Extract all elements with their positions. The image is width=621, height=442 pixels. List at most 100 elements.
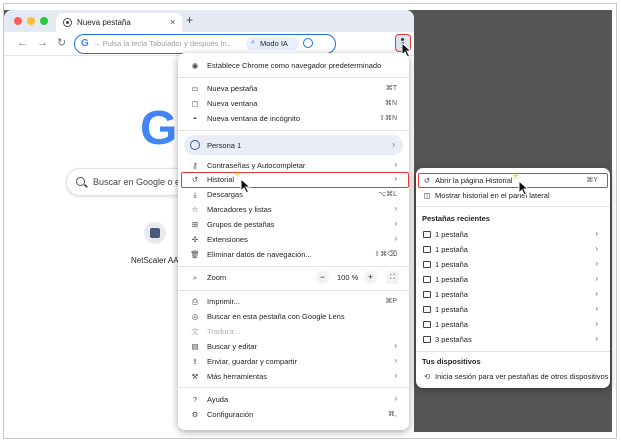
menu-item-more-tools[interactable]: ⚒ Más herramientas › <box>178 370 409 384</box>
forward-arrow-icon[interactable]: → <box>37 37 48 49</box>
recent-tab-item[interactable]: 1 pestaña › <box>416 243 610 257</box>
tab-groups-icon: ⊞ <box>191 220 199 229</box>
ntp-search-placeholder: Buscar en Google o esc <box>93 177 190 187</box>
recent-tab-item[interactable]: 3 pestañas › <box>416 333 610 347</box>
mouse-cursor-icon <box>518 180 530 196</box>
menu-item-tab-groups[interactable]: ⊞ Grupos de pestañas › <box>178 218 409 232</box>
menu-divider <box>178 290 409 291</box>
recent-tab-item[interactable]: 1 pestaña › <box>416 318 610 332</box>
menu-item-zoom: ⌕ Zoom − 100 % + ⛶ <box>178 271 409 285</box>
menu-divider <box>178 130 409 131</box>
incognito-icon: ◓ <box>192 114 198 123</box>
chevron-right-icon: › <box>394 174 397 183</box>
minimize-window-button[interactable] <box>27 17 35 25</box>
folder-icon <box>423 261 431 268</box>
menu-item-settings[interactable]: ⚙ Configuración ⌘, <box>178 408 409 422</box>
recent-tab-item[interactable]: 1 pestaña › <box>416 228 610 242</box>
omnibox-placeholder: → Pulsa la tecla Tabulador y después In.… <box>93 39 233 48</box>
menu-item-new-window[interactable]: ▢ Nueva ventana ⌘N <box>178 97 409 111</box>
zoom-out-button[interactable]: − <box>316 271 329 284</box>
menu-item-profile[interactable]: Persona 1 › <box>184 135 403 155</box>
fullscreen-icon[interactable]: ⛶ <box>386 271 399 284</box>
star-icon: ☆ <box>191 205 199 214</box>
recent-tab-item[interactable]: 1 pestaña › <box>416 288 610 302</box>
history-icon: ↺ <box>423 176 431 185</box>
shortcut-label: NetScaler AAA <box>131 256 184 265</box>
close-window-button[interactable] <box>14 17 22 25</box>
chevron-right-icon: › <box>595 274 598 283</box>
new-tab-button[interactable]: + <box>186 14 193 26</box>
back-arrow-icon[interactable]: ← <box>17 37 28 49</box>
menu-item-help[interactable]: ? Ayuda › <box>178 393 409 407</box>
chevron-right-icon: › <box>595 229 598 238</box>
folder-icon <box>423 336 431 343</box>
reload-icon[interactable]: ↻ <box>57 37 66 49</box>
menu-item-send-save-share[interactable]: ⇪ Enviar, guardar y compartir › <box>178 355 409 369</box>
devices-heading: Tus dispositivos <box>422 357 481 366</box>
zoom-window-button[interactable] <box>40 17 48 25</box>
chevron-right-icon: › <box>595 259 598 268</box>
tab-title: Nueva pestaña <box>77 18 131 27</box>
folder-icon <box>423 306 431 313</box>
tab-nueva-pestana[interactable]: Nueva pestaña × <box>56 13 182 32</box>
ai-mode-label: Modo IA <box>260 39 288 48</box>
shortcut-tile[interactable] <box>144 222 166 244</box>
puzzle-icon: ✣ <box>191 235 199 244</box>
search-sparkle-icon: ⌕ <box>251 39 255 46</box>
menu-item-passwords[interactable]: ⚷ Contraseñas y Autocompletar › <box>178 159 409 173</box>
shortcut-favicon-icon <box>150 228 160 238</box>
submenu-item-side-panel[interactable]: ◫ Mostrar historial en el panel lateral <box>416 189 610 203</box>
menu-item-incognito[interactable]: ◓ Nueva ventana de incógnito ⇧⌘N <box>178 112 409 126</box>
menu-item-google-lens[interactable]: ◎ Buscar en esta pestaña con Google Lens <box>178 310 409 324</box>
menu-item-bookmarks[interactable]: ☆ Marcadores y listas › <box>178 203 409 217</box>
kebab-dot <box>401 38 404 41</box>
chevron-right-icon: › <box>595 289 598 298</box>
menu-item-default-browser[interactable]: ◉ Establece Chrome como navegador predet… <box>178 59 409 73</box>
omnibox[interactable]: G → Pulsa la tecla Tabulador y después I… <box>74 34 336 54</box>
chrome-icon: ◉ <box>191 61 199 70</box>
recent-tab-item[interactable]: 1 pestaña › <box>416 258 610 272</box>
menu-item-history[interactable]: ↺ Historial › <box>178 173 409 187</box>
chrome-favicon-icon <box>63 18 72 27</box>
history-icon: ↺ <box>191 175 199 184</box>
chevron-right-icon: › <box>394 394 397 403</box>
chevron-right-icon: › <box>595 334 598 343</box>
search-icon <box>76 177 85 186</box>
side-panel-icon: ◫ <box>423 191 431 200</box>
screenshot-stage: Nueva pestaña × + ← → ↻ G → Pulsa la tec… <box>0 0 621 442</box>
chevron-right-icon: › <box>595 244 598 253</box>
menu-item-extensions[interactable]: ✣ Extensiones › <box>178 233 409 247</box>
menu-item-downloads[interactable]: ⤓ Descargas ⌥⌘L <box>178 188 409 202</box>
devices-signin-item[interactable]: ⟲ Inicia sesión para ver pestañas de otr… <box>416 370 610 384</box>
find-icon: ▤ <box>191 342 199 351</box>
recent-tab-item[interactable]: 1 pestaña › <box>416 273 610 287</box>
google-logo: G <box>140 102 178 155</box>
ai-mode-button[interactable]: ⌕ Modo IA <box>246 37 299 50</box>
help-icon: ? <box>192 395 198 404</box>
zoom-level: 100 % <box>337 273 359 282</box>
profile-icon[interactable] <box>303 38 313 48</box>
history-submenu: ↺ Abrir la página Historial ⌘Y ◫ Mostrar… <box>416 168 610 388</box>
menu-item-find-edit[interactable]: ▤ Buscar y editar › <box>178 340 409 354</box>
printer-icon: ⎙ <box>192 297 198 306</box>
new-tab-icon: ▭ <box>191 84 199 93</box>
sync-icon: ⟲ <box>423 372 431 381</box>
menu-item-clear-data[interactable]: 🗑 Eliminar datos de navegación... ⇧⌘⌫ <box>178 248 409 262</box>
menu-item-new-tab[interactable]: ▭ Nueva pestaña ⌘T <box>178 82 409 96</box>
zoom-in-button[interactable]: + <box>364 271 377 284</box>
download-icon: ⤓ <box>193 190 197 199</box>
recent-tab-item[interactable]: 1 pestaña › <box>416 303 610 317</box>
account-circle-icon <box>190 140 200 150</box>
tab-close-icon[interactable]: × <box>170 17 175 27</box>
chevron-right-icon: › <box>392 140 395 149</box>
chevron-right-icon: › <box>394 341 397 350</box>
folder-icon <box>423 246 431 253</box>
menu-item-print[interactable]: ⎙ Imprimir... ⌘P <box>178 295 409 309</box>
new-window-icon: ▢ <box>191 99 199 108</box>
submenu-divider <box>416 351 610 352</box>
chrome-main-menu: ◉ Establece Chrome como navegador predet… <box>178 53 409 430</box>
zoom-magnifier-icon: ⌕ <box>192 273 198 282</box>
gear-icon: ⚙ <box>191 410 199 419</box>
translate-icon: 文 <box>191 327 199 336</box>
chevron-right-icon: › <box>394 234 397 243</box>
